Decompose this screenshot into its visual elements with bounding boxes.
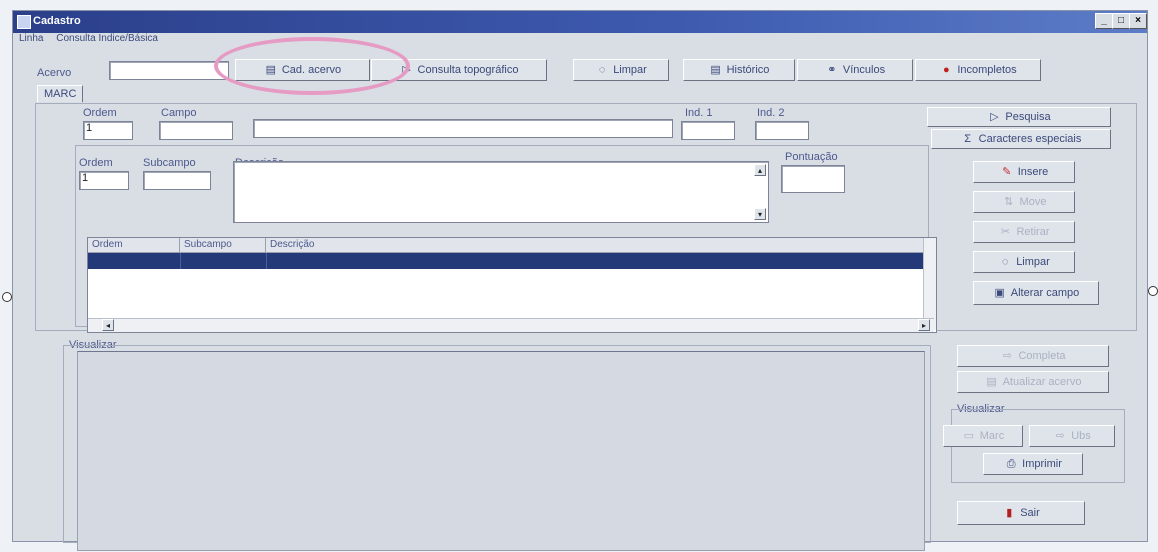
scroll-down-icon[interactable]: ▾ bbox=[754, 208, 766, 220]
subcampo-field[interactable] bbox=[143, 171, 211, 190]
alterar-campo-button[interactable]: ▣ Alterar campo bbox=[973, 281, 1099, 305]
right-resize-handle bbox=[1148, 286, 1158, 296]
scroll-left-icon[interactable]: ◂ bbox=[102, 319, 114, 331]
link-icon: ⚭ bbox=[827, 64, 837, 76]
arrow-search-icon: ▷ bbox=[990, 111, 999, 123]
column-header-ordem[interactable]: Ordem bbox=[88, 238, 180, 252]
ind2-label: Ind. 2 bbox=[757, 107, 785, 119]
limpar-toolbar-button[interactable]: ◌ Limpar bbox=[573, 59, 669, 81]
ind1-label: Ind. 1 bbox=[685, 107, 713, 119]
move-button[interactable]: ⇅ Move bbox=[973, 191, 1075, 213]
retirar-button[interactable]: ✂ Retirar bbox=[973, 221, 1075, 243]
menu-bar: Linha Consulta Indice/Básica bbox=[19, 33, 168, 44]
update-icon: ▤ bbox=[986, 376, 997, 388]
visualizar-area bbox=[77, 351, 925, 551]
sigma-icon: Σ bbox=[964, 133, 972, 145]
pesquisa-button[interactable]: ▷ Pesquisa bbox=[927, 107, 1111, 127]
ind2-field[interactable] bbox=[755, 121, 809, 140]
clear-icon: ◌ bbox=[598, 64, 606, 76]
remove-icon: ✂ bbox=[1000, 226, 1011, 238]
campo-label: Campo bbox=[161, 107, 197, 119]
column-header-descricao[interactable]: Descrição bbox=[266, 238, 922, 252]
sub-ordem-field[interactable]: 1 bbox=[79, 171, 129, 190]
campo-description-field[interactable] bbox=[253, 119, 673, 138]
caracteres-especiais-button[interactable]: Σ Caracteres especiais bbox=[931, 129, 1111, 149]
highlight-circle bbox=[214, 37, 410, 95]
insert-icon: ✎ bbox=[1002, 166, 1012, 178]
printer-icon: ⎙ bbox=[1006, 458, 1016, 470]
move-icon: ⇅ bbox=[1003, 196, 1014, 208]
table-row[interactable] bbox=[88, 253, 934, 269]
table-header: Ordem Subcampo Descrição bbox=[88, 238, 936, 253]
descricao-textarea[interactable]: ▴ ▾ bbox=[233, 161, 769, 223]
edit-field-icon: ▣ bbox=[994, 287, 1005, 299]
table-vertical-scrollbar[interactable] bbox=[923, 238, 936, 330]
window-title: Cadastro bbox=[33, 15, 81, 27]
cadastro-window: Cadastro _ □ × Linha Consulta Indice/Bás… bbox=[12, 10, 1148, 551]
acervo-field[interactable] bbox=[109, 61, 229, 80]
ordem-field[interactable]: 1 bbox=[83, 121, 133, 140]
campo-field[interactable] bbox=[159, 121, 233, 140]
incomplete-icon: ● bbox=[943, 64, 950, 76]
ordem-label: Ordem bbox=[83, 107, 117, 119]
history-icon: ▤ bbox=[710, 64, 721, 76]
title-bar[interactable]: Cadastro _ □ × bbox=[13, 11, 1147, 33]
marc-icon: ▭ bbox=[963, 430, 974, 442]
insere-button[interactable]: ✎ Insere bbox=[973, 161, 1075, 183]
sair-button[interactable]: ▮ Sair bbox=[957, 501, 1085, 525]
marc-button[interactable]: ▭ Marc bbox=[943, 425, 1023, 447]
menu-item-consulta[interactable]: Consulta Indice/Básica bbox=[56, 33, 158, 44]
imprimir-button[interactable]: ⎙ Imprimir bbox=[983, 453, 1083, 475]
acervo-label: Acervo bbox=[37, 67, 72, 79]
menu-item-linha[interactable]: Linha bbox=[19, 33, 43, 44]
left-resize-handle bbox=[2, 292, 12, 302]
sub-ordem-label: Ordem bbox=[79, 157, 113, 169]
completa-button[interactable]: ⇨ Completa bbox=[957, 345, 1109, 367]
tab-marc[interactable]: MARC bbox=[37, 85, 84, 102]
close-icon[interactable]: × bbox=[1129, 13, 1147, 29]
ind1-field[interactable] bbox=[681, 121, 735, 140]
minimize-icon[interactable]: _ bbox=[1095, 13, 1113, 29]
scroll-up-icon[interactable]: ▴ bbox=[754, 164, 766, 176]
vinculos-button[interactable]: ⚭ Vínculos bbox=[797, 59, 913, 81]
table-horizontal-scrollbar[interactable]: ◂ ▸ bbox=[88, 318, 934, 332]
ubs-button[interactable]: ⇨ Ubs bbox=[1029, 425, 1115, 447]
pontuacao-label: Pontuação bbox=[785, 151, 838, 163]
historico-button[interactable]: ▤ Histórico bbox=[683, 59, 795, 81]
maximize-icon[interactable]: □ bbox=[1112, 13, 1130, 29]
scroll-right-icon[interactable]: ▸ bbox=[918, 319, 930, 331]
pontuacao-field[interactable] bbox=[781, 165, 845, 193]
incompletos-button[interactable]: ● Incompletos bbox=[915, 59, 1041, 81]
atualizar-acervo-button[interactable]: ▤ Atualizar acervo bbox=[957, 371, 1109, 393]
limpar-button[interactable]: ◌ Limpar bbox=[973, 251, 1075, 273]
app-icon bbox=[17, 15, 31, 29]
ubs-icon: ⇨ bbox=[1055, 430, 1065, 442]
complete-icon: ⇨ bbox=[1002, 350, 1013, 362]
clear-icon: ◌ bbox=[1001, 256, 1009, 268]
column-header-subcampo[interactable]: Subcampo bbox=[180, 238, 266, 252]
exit-door-icon: ▮ bbox=[1006, 507, 1013, 519]
subcampo-table: Ordem Subcampo Descrição ◂ ▸ bbox=[87, 237, 937, 333]
subcampo-label: Subcampo bbox=[143, 157, 196, 169]
